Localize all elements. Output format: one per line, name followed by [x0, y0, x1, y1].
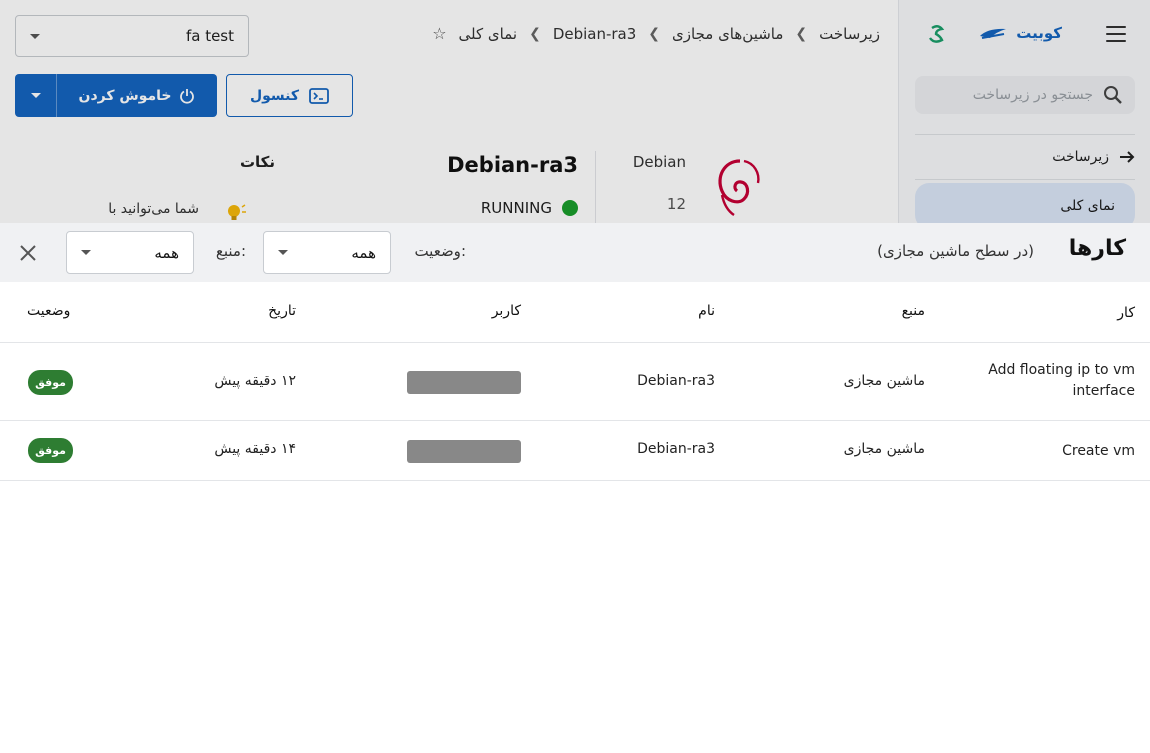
job-source: ماشین مجازی — [843, 373, 925, 389]
jobs-drawer-header: کارها (در سطح ماشین مجازی) وضعیت: همه من… — [0, 223, 1150, 282]
column-header-source: منبع — [901, 303, 925, 319]
status-badge: موفق — [28, 438, 73, 463]
column-header-date: تاریخ — [268, 303, 296, 319]
status-filter-value: همه — [351, 243, 376, 262]
source-filter-select[interactable]: همه — [66, 231, 194, 274]
status-filter-label: وضعیت: — [414, 242, 466, 260]
backdrop-overlay[interactable] — [0, 0, 1150, 223]
status-filter-select[interactable]: همه — [263, 231, 391, 274]
jobs-subtitle: (در سطح ماشین مجازی) — [877, 242, 1034, 260]
column-header-user: کاربر — [491, 303, 521, 319]
job-date: ۱۴ دقیقه پیش — [214, 441, 296, 457]
table-row[interactable]: Add floating ip to vm interface ماشین مج… — [0, 343, 1150, 421]
job-target-name: Debian-ra3 — [637, 441, 715, 457]
redacted-user — [407, 371, 521, 394]
source-filter-label: منبع: — [215, 242, 246, 260]
table-header: کار منبع نام کاربر تاریخ وضعیت — [0, 282, 1150, 343]
jobs-table: کار منبع نام کاربر تاریخ وضعیت Add float… — [0, 282, 1150, 481]
job-target-name: Debian-ra3 — [637, 373, 715, 389]
jobs-title: کارها — [1068, 236, 1126, 261]
chevron-down-icon — [81, 250, 91, 255]
column-header-job: کار — [1117, 305, 1135, 321]
redacted-user — [407, 440, 521, 463]
jobs-drawer: کارها (در سطح ماشین مجازی) وضعیت: همه من… — [0, 223, 1150, 753]
source-filter-value: همه — [154, 243, 179, 262]
job-name: Create vm — [1062, 443, 1135, 459]
job-name: Add floating ip to vm interface — [988, 362, 1135, 399]
job-date: ۱۲ دقیقه پیش — [214, 373, 296, 389]
column-header-status: وضعیت — [27, 303, 71, 319]
column-header-name: نام — [698, 303, 715, 319]
close-icon[interactable] — [18, 243, 38, 263]
table-row[interactable]: Create vm ماشین مجازی Debian-ra3 ۱۴ دقیق… — [0, 421, 1150, 481]
chevron-down-icon — [278, 250, 288, 255]
job-source: ماشین مجازی — [843, 441, 925, 457]
status-badge: موفق — [28, 370, 73, 395]
